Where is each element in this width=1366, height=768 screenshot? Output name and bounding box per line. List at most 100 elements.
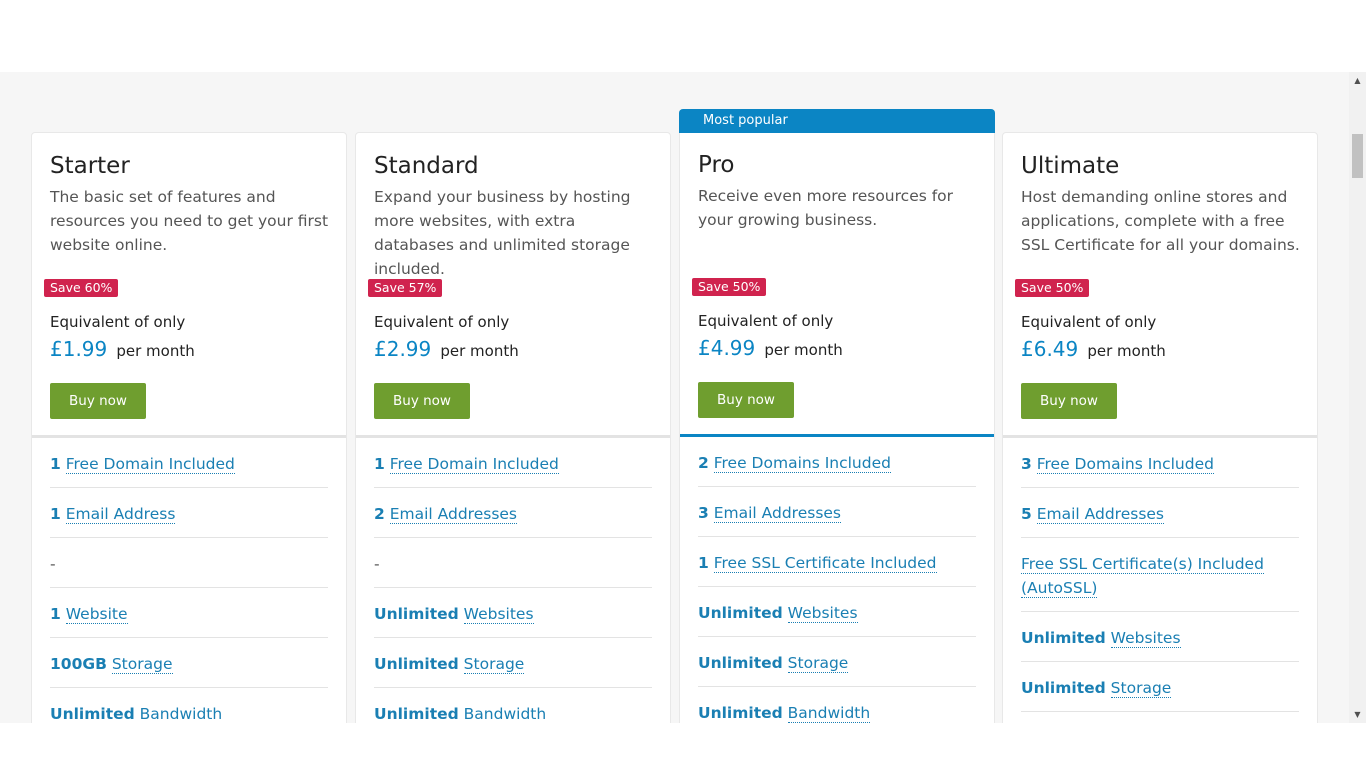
feature-storage[interactable]: Unlimited Storage [698, 637, 976, 687]
feature-email[interactable]: 3 Email Addresses [698, 487, 976, 537]
feature-value: Unlimited [374, 605, 459, 623]
feature-value: 3 [1021, 455, 1032, 473]
feature-label[interactable]: Websites [463, 605, 534, 624]
scroll-thumb[interactable] [1352, 134, 1363, 178]
feature-label[interactable]: Storage [787, 654, 849, 673]
plan-name: Pro [698, 152, 735, 178]
feature-value: Unlimited [698, 604, 783, 622]
feature-label[interactable]: Storage [111, 655, 173, 674]
price: £2.99 [374, 337, 432, 361]
feature-value: 100GB [50, 655, 107, 673]
feature-domains[interactable]: 2 Free Domains Included [698, 437, 976, 487]
page-header-area [0, 0, 1366, 72]
feature-email[interactable]: 1 Email Address [50, 488, 328, 538]
feature-label[interactable]: Free SSL Certificate Included [713, 554, 937, 573]
feature-label[interactable]: Free Domains Included [1036, 455, 1214, 474]
feature-value: Unlimited [698, 704, 783, 722]
feature-email[interactable]: 5 Email Addresses [1021, 488, 1299, 538]
feature-label[interactable]: Websites [1110, 629, 1181, 648]
feature-label: - [374, 555, 380, 573]
feature-label[interactable]: Email Addresses [389, 505, 518, 524]
feature-websites[interactable]: Unlimited Websites [374, 588, 652, 638]
price-row: £6.49 per month [1021, 337, 1166, 361]
scroll-down-arrow-icon[interactable]: ▼ [1349, 706, 1366, 723]
feature-list: 1 Free Domain Included 2 Email Addresses… [374, 438, 652, 723]
plan-name: Starter [50, 153, 130, 179]
feature-label[interactable]: Websites [787, 604, 858, 623]
save-badge: Save 57% [368, 279, 443, 297]
feature-label[interactable]: Bandwidth [463, 705, 547, 723]
feature-storage[interactable]: Unlimited Storage [1021, 662, 1299, 712]
feature-value: 1 [698, 554, 709, 572]
feature-label[interactable]: Website [65, 605, 128, 624]
feature-email[interactable]: 2 Email Addresses [374, 488, 652, 538]
feature-websites[interactable]: 1 Website [50, 588, 328, 638]
feature-list: 2 Free Domains Included 3 Email Addresse… [698, 437, 976, 723]
feature-storage[interactable]: Unlimited Storage [374, 638, 652, 688]
buy-now-button[interactable]: Buy now [698, 382, 794, 418]
feature-label[interactable]: Bandwidth [139, 705, 223, 723]
plan-description: Receive even more resources for your gro… [698, 187, 954, 229]
feature-value: 2 [698, 454, 709, 472]
feature-bandwidth[interactable]: Unlimited Bandwidth [698, 687, 976, 723]
feature-value: 2 [374, 505, 385, 523]
plan-card-ultimate: Ultimate Host demanding online stores an… [1002, 132, 1318, 723]
feature-label[interactable]: Email Addresses [1036, 505, 1165, 524]
feature-ssl: - [50, 538, 328, 588]
feature-storage[interactable]: 100GB Storage [50, 638, 328, 688]
feature-value: 1 [50, 455, 61, 473]
feature-label[interactable]: Free Domain Included [65, 455, 235, 474]
buy-now-button[interactable]: Buy now [50, 383, 146, 419]
feature-value: Unlimited [374, 655, 459, 673]
feature-label[interactable]: Free SSL Certificate(s) Included (AutoSS… [1021, 555, 1264, 598]
price-period: per month [440, 342, 519, 360]
feature-label[interactable]: Storage [463, 655, 525, 674]
feature-ssl[interactable]: Free SSL Certificate(s) Included (AutoSS… [1021, 538, 1299, 612]
feature-label[interactable]: Storage [1110, 679, 1172, 698]
scroll-up-arrow-icon[interactable]: ▲ [1349, 72, 1366, 89]
feature-domains[interactable]: 1 Free Domain Included [50, 438, 328, 488]
feature-value: Unlimited [698, 654, 783, 672]
buy-now-button[interactable]: Buy now [374, 383, 470, 419]
feature-label[interactable]: Email Address [65, 505, 176, 524]
vertical-scrollbar[interactable]: ▲ ▼ [1349, 72, 1366, 723]
plan-name: Ultimate [1021, 153, 1120, 179]
save-badge: Save 50% [692, 278, 767, 296]
equivalent-label: Equivalent of only [698, 312, 834, 330]
buy-now-button[interactable]: Buy now [1021, 383, 1117, 419]
price: £1.99 [50, 337, 108, 361]
price-period: per month [1087, 342, 1166, 360]
feature-domains[interactable]: 1 Free Domain Included [374, 438, 652, 488]
equivalent-label: Equivalent of only [50, 313, 186, 331]
price: £4.99 [698, 336, 756, 360]
price: £6.49 [1021, 337, 1079, 361]
save-badge: Save 50% [1015, 279, 1090, 297]
price-period: per month [116, 342, 195, 360]
feature-ssl[interactable]: 1 Free SSL Certificate Included [698, 537, 976, 587]
feature-value: 1 [374, 455, 385, 473]
plan-card-pro: Pro Receive even more resources for your… [679, 133, 995, 723]
feature-list: 1 Free Domain Included 1 Email Address -… [50, 438, 328, 723]
price-row: £1.99 per month [50, 337, 195, 361]
feature-domains[interactable]: 3 Free Domains Included [1021, 438, 1299, 488]
price-row: £2.99 per month [374, 337, 519, 361]
equivalent-label: Equivalent of only [1021, 313, 1157, 331]
feature-websites[interactable]: Unlimited Websites [1021, 612, 1299, 662]
plan-header: Standard Expand your business by hosting… [356, 133, 670, 438]
most-popular-ribbon: Most popular [679, 109, 995, 133]
plan-card-starter: Starter The basic set of features and re… [31, 132, 347, 723]
feature-value: 1 [50, 605, 61, 623]
feature-value: Unlimited [1021, 679, 1106, 697]
feature-label[interactable]: Bandwidth [787, 704, 871, 723]
plan-name: Standard [374, 153, 479, 179]
plan-description: Host demanding online stores and applica… [1021, 188, 1300, 254]
feature-label[interactable]: Free Domain Included [389, 455, 559, 474]
feature-label[interactable]: Email Addresses [713, 504, 842, 523]
feature-label[interactable]: Free Domains Included [713, 454, 891, 473]
feature-value: 1 [50, 505, 61, 523]
feature-bandwidth[interactable]: Unlimited Bandwidth [374, 688, 652, 723]
equivalent-label: Equivalent of only [374, 313, 510, 331]
feature-websites[interactable]: Unlimited Websites [698, 587, 976, 637]
plan-description: Expand your business by hosting more web… [374, 188, 631, 278]
feature-bandwidth[interactable]: Unlimited Bandwidth [50, 688, 328, 723]
